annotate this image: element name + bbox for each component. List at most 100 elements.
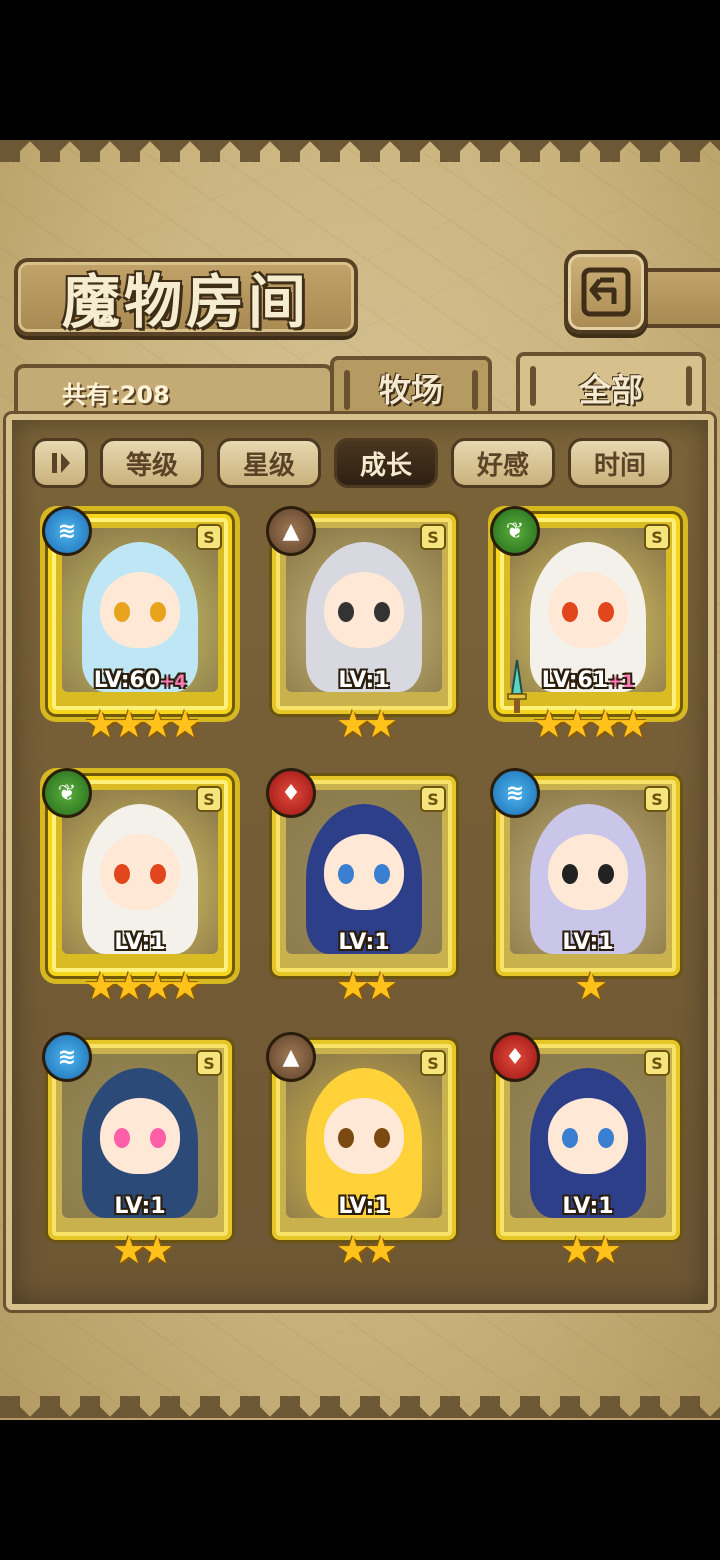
rank-badge: S [196,524,222,550]
monster-eye [338,602,354,622]
monster-eye [338,864,354,884]
title-banner: 魔物房间 [14,258,358,336]
flame-icon: ♦ [490,1032,540,1082]
tab-ranch[interactable]: 牧场 [330,356,492,416]
filter-level[interactable]: 等级 [100,438,204,488]
monster-level: LV:61+1 [500,668,676,693]
monster-eye [114,864,130,884]
monster-eye [562,602,578,622]
level-bonus: +1 [608,672,635,692]
level-value: LV:1 [562,1194,614,1219]
star-rating: ★★ [335,1228,398,1272]
monster-eye [374,864,390,884]
level-value: LV:1 [338,930,390,955]
monster-level: LV:1 [276,930,452,955]
water-wave-icon: ≋ [490,768,540,818]
monster-face [100,1098,180,1174]
rank-badge: S [196,1050,222,1076]
tab-all[interactable]: 全部 [516,352,706,420]
back-button[interactable] [564,250,648,334]
monster-card[interactable]: S ♦ LV:1 ★★ [266,768,456,1006]
monster-level: LV:1 [500,1194,676,1219]
monster-eye [374,602,390,622]
nav-bar-area [0,1420,720,1560]
monster-level: LV:60+4 [52,668,228,693]
star-rating: ★★ [111,1228,174,1272]
monster-eye [150,602,166,622]
water-wave-icon: ≋ [42,506,92,556]
monster-eye [114,602,130,622]
level-value: LV:1 [562,930,614,955]
monster-card[interactable]: S ❦ LV:1 ★★★★ [42,768,232,1006]
monster-face [324,1098,404,1174]
monster-face [100,834,180,910]
monster-level: LV:1 [52,1194,228,1219]
monster-card[interactable]: S ≋ LV:1 ★ [490,768,680,1006]
filter-growth[interactable]: 成长 [334,438,438,488]
rank-badge: S [420,1050,446,1076]
monster-face [100,572,180,648]
torn-edge-bottom [0,1396,720,1418]
monster-eye [562,1128,578,1148]
star-rating: ★★ [559,1228,622,1272]
filter-time[interactable]: 时间 [568,438,672,488]
page-title: 魔物房间 [61,268,310,336]
filter-affection[interactable]: 好感 [451,438,555,488]
leaf-icon: ❦ [490,506,540,556]
level-bonus: +4 [160,672,187,692]
monster-card[interactable]: S ≋ LV:1 ★★ [42,1032,232,1270]
monster-count-bar: 共有:208 [14,364,334,416]
level-value: LV:1 [338,1194,390,1219]
monster-face [324,572,404,648]
star-rating: ★★★★ [83,964,202,1008]
sort-order-toggle[interactable] [32,438,88,488]
pause-sort-icon [52,453,70,473]
monster-level: LV:1 [276,668,452,693]
monster-level: LV:1 [500,930,676,955]
torn-edge-top [0,140,720,162]
monster-face [548,834,628,910]
star-rating: ★ [573,964,608,1008]
monster-level: LV:1 [52,930,228,955]
rank-badge: S [644,786,670,812]
monster-card[interactable]: S ❦ LV:61+1 ★★★★ [490,506,680,744]
sort-filter-row: 等级 星级 成长 好感 时间 [32,438,682,490]
back-button-tail [640,268,720,328]
monster-eye [598,602,614,622]
monster-card[interactable]: S ♦ LV:1 ★★ [490,1032,680,1270]
rank-badge: S [420,786,446,812]
star-rating: ★★ [335,702,398,746]
monster-card[interactable]: S ▲ LV:1 ★★ [266,1032,456,1270]
monster-face [548,1098,628,1174]
monster-face [548,572,628,648]
monster-card[interactable]: S ▲ LV:1 ★★ [266,506,456,744]
star-rating: ★★ [335,964,398,1008]
return-arrow-icon [581,267,631,317]
filter-star[interactable]: 星级 [217,438,321,488]
star-rating: ★★★★ [531,702,650,746]
mountain-icon: ▲ [266,1032,316,1082]
level-value: LV:1 [114,930,166,955]
level-value: LV:61 [541,668,609,693]
monster-eye [562,864,578,884]
monster-card[interactable]: S ≋ LV:60+4 ★★★★ [42,506,232,744]
level-value: LV:1 [114,1194,166,1219]
monster-eye [150,1128,166,1148]
monster-eye [374,1128,390,1148]
rank-badge: S [644,524,670,550]
level-value: LV:60 [93,668,161,693]
leaf-icon: ❦ [42,768,92,818]
monster-eye [150,864,166,884]
monster-level: LV:1 [276,1194,452,1219]
rank-badge: S [420,524,446,550]
monster-eye [598,1128,614,1148]
rank-badge: S [644,1050,670,1076]
flame-icon: ♦ [266,768,316,818]
monster-count: 共有:208 [62,380,170,409]
monster-eye [338,1128,354,1148]
monster-eye [114,1128,130,1148]
mountain-icon: ▲ [266,506,316,556]
monster-eye [598,864,614,884]
level-value: LV:1 [338,668,390,693]
status-bar-area [0,0,720,140]
